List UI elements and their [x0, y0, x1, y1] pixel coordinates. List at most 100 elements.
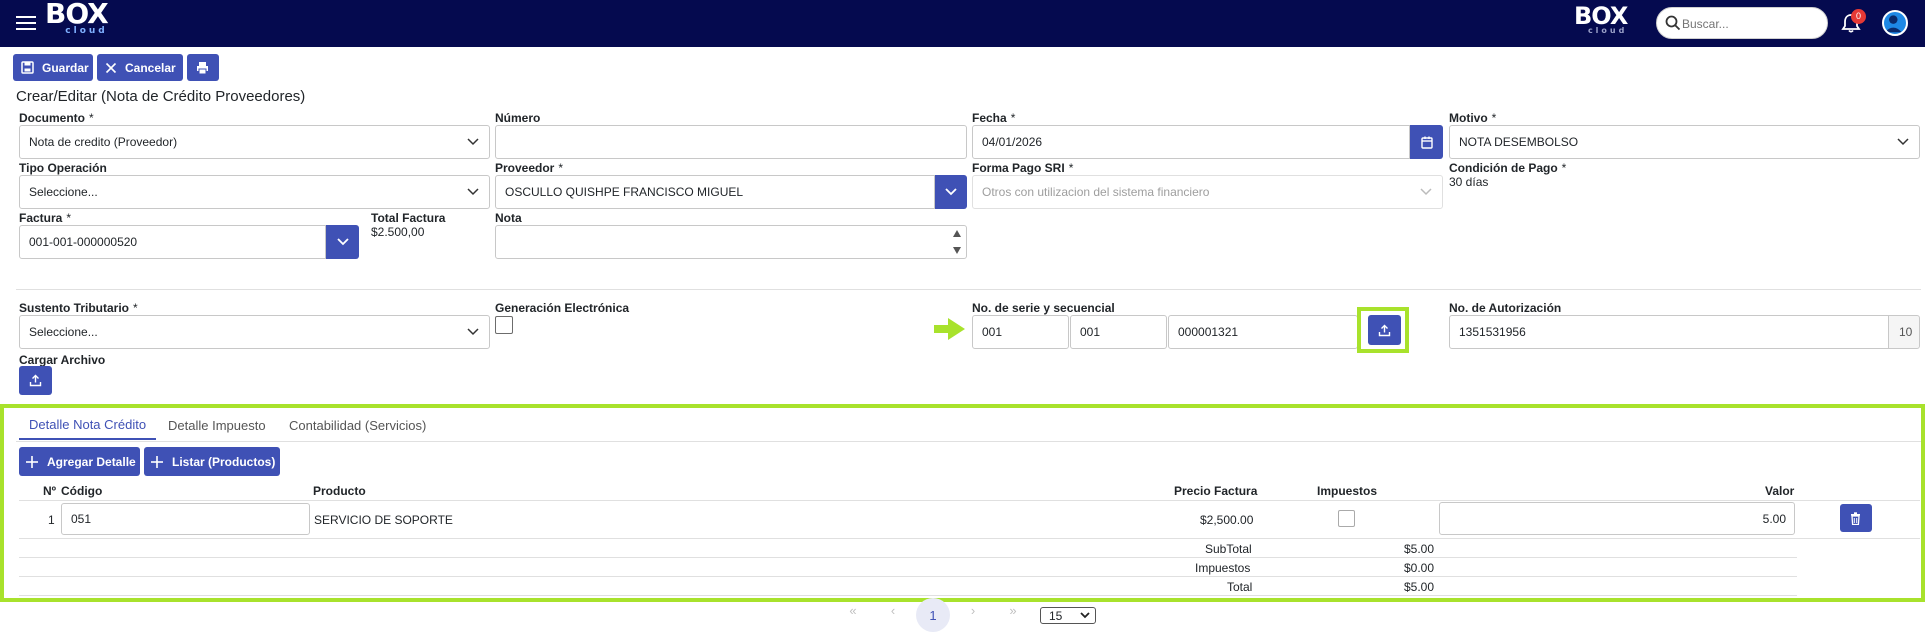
serie-label: No. de serie y secuencial — [972, 301, 1115, 315]
fecha-label: Fecha * — [972, 111, 1016, 125]
col-header-valor: Valor — [1765, 484, 1795, 498]
fecha-input[interactable]: 04/01/2026 — [972, 125, 1410, 159]
valor-input[interactable]: 5.00 — [1439, 502, 1795, 535]
upload-icon — [1378, 324, 1391, 336]
documento-value: Nota de credito (Proveedor) — [29, 135, 178, 149]
tab-contabilidad[interactable]: Contabilidad (Servicios) — [279, 410, 436, 440]
tab-detalle-impuesto[interactable]: Detalle Impuesto — [158, 410, 276, 440]
codigo-input[interactable]: 051 — [61, 503, 310, 535]
spinner-icon — [953, 230, 961, 254]
proveedor-select[interactable]: OSCULLO QUISHPE FRANCISCO MIGUEL — [495, 175, 935, 209]
autorizacion-length: 10 — [1888, 315, 1920, 349]
factura-select[interactable]: 001-001-000000520 — [19, 225, 326, 259]
row-number: 1 — [48, 513, 55, 527]
search-input[interactable] — [1682, 14, 1822, 34]
tab-detalle-nota-credito[interactable]: Detalle Nota Crédito — [19, 410, 157, 440]
save-icon — [21, 61, 34, 74]
subtotal-value: $5.00 — [1404, 542, 1435, 556]
save-button-label: Guardar — [42, 60, 89, 75]
search-icon — [1665, 15, 1681, 31]
impuestos-total-value: $0.00 — [1404, 561, 1435, 575]
forma-pago-select[interactable]: Otros con utilizacion del sistema financ… — [972, 175, 1443, 209]
motivo-select[interactable]: NOTA DESEMBOLSO — [1449, 125, 1920, 159]
brand-logo-secondary: BOX cloud — [1574, 2, 1628, 35]
generacion-checkbox[interactable] — [495, 316, 513, 334]
totals-line — [19, 576, 1797, 577]
avatar[interactable] — [1882, 10, 1908, 36]
close-icon — [105, 62, 117, 73]
precio-value: $2,500.00 — [1200, 513, 1254, 527]
total-factura-label: Total Factura — [371, 211, 446, 225]
documento-select[interactable]: Nota de credito (Proveedor) — [19, 125, 490, 159]
pager-next[interactable]: › — [963, 603, 983, 618]
proveedor-dropdown-button[interactable] — [935, 175, 967, 209]
calendar-icon — [1420, 136, 1433, 149]
chevron-down-icon — [467, 188, 479, 196]
delete-row-button[interactable] — [1840, 504, 1872, 532]
section-divider — [16, 289, 1921, 290]
motivo-value: NOTA DESEMBOLSO — [1459, 135, 1579, 149]
pager-first[interactable]: « — [843, 603, 863, 618]
condicion-pago-value: 30 días — [1449, 175, 1489, 189]
factura-label: Factura * — [19, 211, 72, 225]
cargar-archivo-label: Cargar Archivo — [19, 353, 106, 367]
top-navbar: BOX cloud BOX cloud 0 — [0, 0, 1925, 47]
calendar-button[interactable] — [1410, 125, 1443, 159]
sustento-label: Sustento Tributario * — [19, 301, 138, 315]
condicion-pago-label: Condición de Pago * — [1449, 161, 1567, 175]
chevron-down-icon — [1080, 612, 1090, 619]
total-factura-value: $2.500,00 — [371, 225, 425, 239]
tipo-operacion-value: Seleccione... — [29, 185, 98, 199]
plus-icon — [151, 455, 163, 468]
pager-prev[interactable]: ‹ — [883, 603, 903, 618]
total-label: Total — [1227, 580, 1253, 594]
total-value: $5.00 — [1404, 580, 1435, 594]
search-box[interactable] — [1656, 7, 1828, 39]
chevron-down-icon — [1897, 138, 1909, 146]
col-header-impuestos: Impuestos — [1317, 484, 1378, 498]
motivo-label: Motivo * — [1449, 111, 1497, 125]
nota-label: Nota — [495, 211, 522, 225]
proveedor-value: OSCULLO QUISHPE FRANCISCO MIGUEL — [505, 185, 744, 199]
forma-pago-label: Forma Pago SRI * — [972, 161, 1074, 175]
numero-label: Número — [495, 111, 541, 125]
printer-icon — [197, 61, 208, 74]
producto-value: SERVICIO DE SOPORTE — [314, 513, 453, 527]
sustento-value: Seleccione... — [29, 325, 98, 339]
pager-last[interactable]: » — [1003, 603, 1023, 618]
page-size-value: 15 — [1049, 608, 1063, 623]
col-header-n: Nº — [43, 484, 57, 498]
page-title: Crear/Editar (Nota de Crédito Proveedore… — [16, 88, 306, 105]
notification-badge: 0 — [1851, 9, 1866, 24]
chevron-down-icon — [467, 328, 479, 336]
menu-icon[interactable] — [16, 16, 36, 31]
upload-file-button[interactable] — [19, 366, 52, 395]
upload-icon — [29, 374, 42, 387]
autorizacion-input[interactable]: 1351531956 — [1449, 315, 1889, 349]
nota-textarea[interactable] — [495, 225, 967, 259]
factura-dropdown-button[interactable] — [326, 225, 359, 259]
tab-divider — [16, 441, 1921, 442]
upload-serie-button[interactable] — [1368, 315, 1401, 345]
sustento-select[interactable]: Seleccione... — [19, 315, 490, 349]
documento-label: Documento * — [19, 111, 94, 125]
tipo-operacion-select[interactable]: Seleccione... — [19, 175, 490, 209]
pager-current-page[interactable]: 1 — [916, 598, 950, 632]
add-detail-button[interactable]: Agregar Detalle — [19, 447, 140, 476]
chevron-down-icon — [945, 188, 957, 196]
plus-icon — [26, 455, 38, 468]
cancel-button[interactable]: Cancelar — [97, 54, 183, 81]
print-button[interactable] — [187, 54, 219, 81]
save-button[interactable]: Guardar — [13, 54, 93, 81]
chevron-down-icon — [336, 238, 349, 246]
punto-emision-input[interactable]: 001 — [1070, 315, 1167, 349]
totals-line — [19, 595, 1797, 596]
list-products-button[interactable]: Listar (Productos) — [144, 447, 280, 476]
impuestos-checkbox[interactable] — [1338, 510, 1355, 527]
totals-line — [19, 557, 1797, 558]
establecimiento-input[interactable]: 001 — [972, 315, 1069, 349]
proveedor-label: Proveedor * — [495, 161, 564, 175]
numero-input[interactable] — [495, 125, 967, 159]
secuencial-input[interactable]: 000001321 — [1168, 315, 1358, 349]
page-size-select[interactable]: 15 — [1040, 607, 1096, 624]
